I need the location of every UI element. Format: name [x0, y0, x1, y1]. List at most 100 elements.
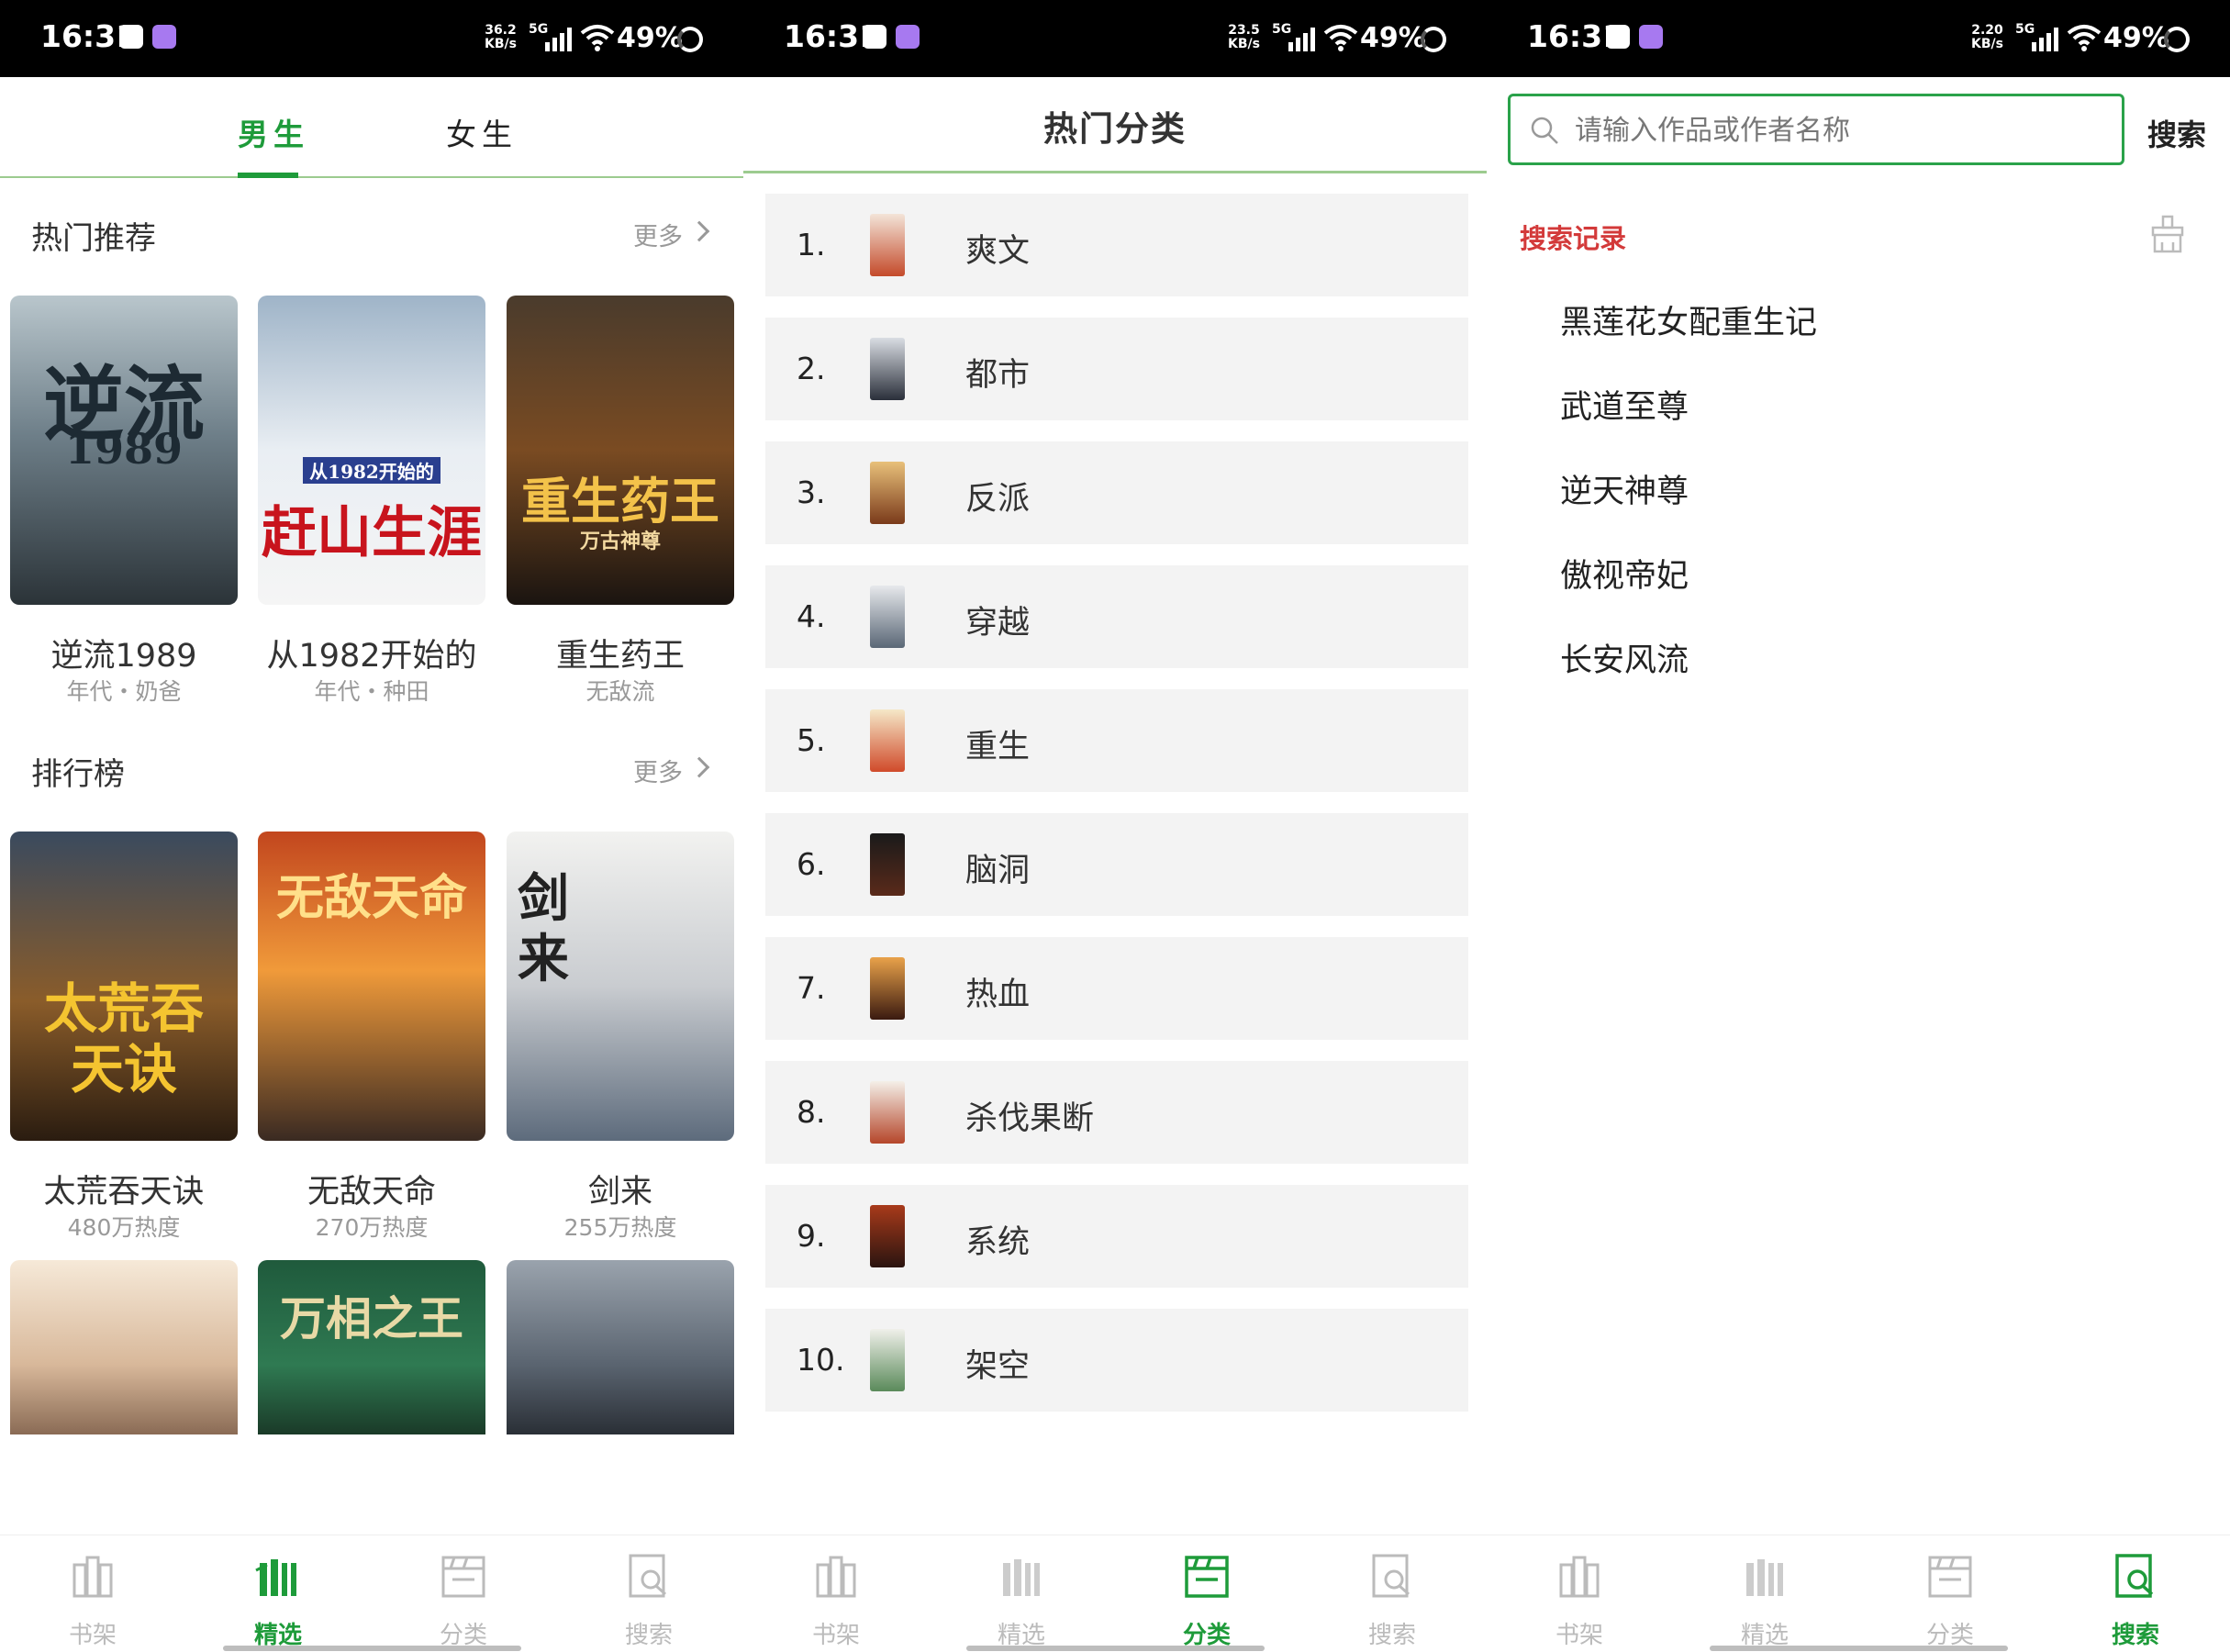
clear-history-icon[interactable]: [2149, 215, 2186, 253]
category-row[interactable]: 9. 系统: [765, 1185, 1468, 1288]
category-row[interactable]: 6. 脑洞: [765, 813, 1468, 916]
search-history-title: 搜索记录: [1520, 223, 1627, 254]
search-button[interactable]: 搜索: [2147, 112, 2206, 154]
search-history-item[interactable]: 黑莲花女配重生记: [1560, 296, 1817, 343]
category-cover: [870, 1329, 905, 1391]
book-title[interactable]: 从1982开始的: [258, 630, 485, 676]
network-speed: 36.2 KB/s: [485, 23, 517, 51]
bottom-nav: 书架 精选 分类 搜索: [743, 1535, 1487, 1652]
search-history-item[interactable]: 武道至尊: [1560, 381, 1689, 428]
category-cover: [870, 833, 905, 896]
hot-more-link[interactable]: 更多: [633, 217, 683, 252]
category-row[interactable]: 1. 爽文: [765, 194, 1468, 296]
tab-female[interactable]: 女生: [446, 110, 518, 154]
nav-category[interactable]: 分类: [1857, 1535, 2043, 1652]
nav-featured[interactable]: 精选: [929, 1535, 1114, 1652]
book-cover[interactable]: 逆流 1989: [10, 296, 238, 605]
bookshelf-icon: [1559, 1556, 1600, 1598]
book-cover[interactable]: 万相之王: [258, 1260, 485, 1434]
home-indicator[interactable]: [966, 1646, 1265, 1651]
section-title-hot: 热门推荐: [31, 220, 156, 257]
category-row[interactable]: 4. 穿越: [765, 565, 1468, 668]
bottom-nav: 书架 精选 分类 搜索: [0, 1535, 743, 1652]
wifi-icon: [2067, 25, 2102, 51]
nav-search[interactable]: 搜索: [1299, 1535, 1485, 1652]
gallery-notification-icon: [119, 25, 143, 49]
book-heat: 255万热度: [563, 1214, 677, 1241]
battery-percent: 49%: [2103, 22, 2169, 54]
gallery-notification-icon: [1606, 25, 1630, 49]
book-title[interactable]: 无敌天命: [258, 1166, 485, 1212]
page-title: 热门分类: [1043, 109, 1187, 149]
book-cover[interactable]: 重生药王 万古神尊: [507, 296, 734, 605]
category-row[interactable]: 10. 架空: [765, 1309, 1468, 1412]
search-input[interactable]: [1575, 106, 2107, 155]
battery-icon: [677, 27, 703, 52]
signal-icon: [2032, 28, 2058, 51]
category-cover: [870, 214, 905, 276]
featured-books-icon: [1003, 1559, 1040, 1596]
nav-bookshelf[interactable]: 书架: [743, 1535, 929, 1652]
book-title[interactable]: 重生药王: [507, 630, 734, 676]
category-cover: [870, 709, 905, 772]
search-box[interactable]: [1508, 94, 2124, 165]
book-cover[interactable]: 太荒吞天诀: [10, 832, 238, 1141]
nav-bookshelf[interactable]: 书架: [0, 1535, 185, 1652]
book-title[interactable]: 太荒吞天诀: [10, 1166, 238, 1212]
bookshelf-icon: [816, 1556, 856, 1598]
category-row[interactable]: 2. 都市: [765, 318, 1468, 420]
battery-icon: [1421, 27, 1446, 52]
book-cover[interactable]: [507, 1260, 734, 1434]
battery-icon: [2164, 27, 2190, 52]
category-row[interactable]: 3. 反派: [765, 441, 1468, 544]
search-book-icon: [629, 1554, 667, 1598]
category-icon: [441, 1556, 485, 1598]
book-cover[interactable]: 无敌天命: [258, 832, 485, 1141]
nav-featured[interactable]: 精选: [185, 1535, 371, 1652]
book-title[interactable]: 剑来: [507, 1166, 734, 1212]
book-cover[interactable]: 剑来: [507, 832, 734, 1141]
category-row[interactable]: 8. 杀伐果断: [765, 1061, 1468, 1164]
wifi-icon: [1323, 25, 1358, 51]
category-row[interactable]: 5. 重生: [765, 689, 1468, 792]
search-history-item[interactable]: 长安风流: [1560, 634, 1689, 681]
active-tab-indicator: [238, 173, 298, 178]
nav-bookshelf[interactable]: 书架: [1487, 1535, 1672, 1652]
book-tags: 无敌流: [585, 678, 655, 705]
search-history-item[interactable]: 逆天神尊: [1560, 465, 1689, 512]
nav-search[interactable]: 搜索: [2043, 1535, 2228, 1652]
search-book-icon: [1372, 1554, 1410, 1598]
nav-featured[interactable]: 精选: [1672, 1535, 1857, 1652]
home-indicator[interactable]: [223, 1646, 521, 1651]
app-notification-icon: [152, 25, 176, 49]
network-speed: 2.20 KB/s: [1971, 23, 2003, 51]
search-history-item[interactable]: 傲视帝妃: [1560, 550, 1689, 597]
status-bar: 16:31 23.5 KB/s 5G 49%: [743, 0, 1487, 77]
home-indicator[interactable]: [1710, 1646, 2008, 1651]
search-screen: 16:31 2.20KB/s 5G 49% 搜索 搜索记录 黑莲花女配重生记 武…: [1487, 0, 2230, 1652]
chevron-right-icon[interactable]: [688, 220, 710, 242]
rank-more-link[interactable]: 更多: [633, 753, 683, 788]
category-icon: [1185, 1556, 1229, 1598]
gallery-notification-icon: [863, 25, 886, 49]
category-row[interactable]: 7. 热血: [765, 937, 1468, 1040]
featured-books-icon: [1746, 1559, 1783, 1596]
book-cover[interactable]: [10, 1260, 238, 1434]
wifi-icon: [580, 25, 615, 51]
category-cover: [870, 957, 905, 1020]
chevron-right-icon[interactable]: [688, 756, 710, 778]
nav-category[interactable]: 分类: [371, 1535, 556, 1652]
book-title[interactable]: 逆流1989: [10, 630, 238, 676]
status-bar: 16:31 36.2 KB/s 5G 49%: [0, 0, 743, 77]
nav-category[interactable]: 分类: [1114, 1535, 1299, 1652]
category-cover: [870, 586, 905, 648]
app-notification-icon: [896, 25, 920, 49]
section-title-rank: 排行榜: [31, 756, 125, 793]
book-heat: 270万热度: [315, 1214, 429, 1241]
signal-icon: [545, 28, 572, 51]
battery-percent: 49%: [1360, 22, 1426, 54]
category-cover: [870, 462, 905, 524]
nav-search[interactable]: 搜索: [556, 1535, 741, 1652]
tab-male[interactable]: 男生: [238, 110, 309, 154]
book-cover[interactable]: 从1982开始的 赶山生涯: [258, 296, 485, 605]
